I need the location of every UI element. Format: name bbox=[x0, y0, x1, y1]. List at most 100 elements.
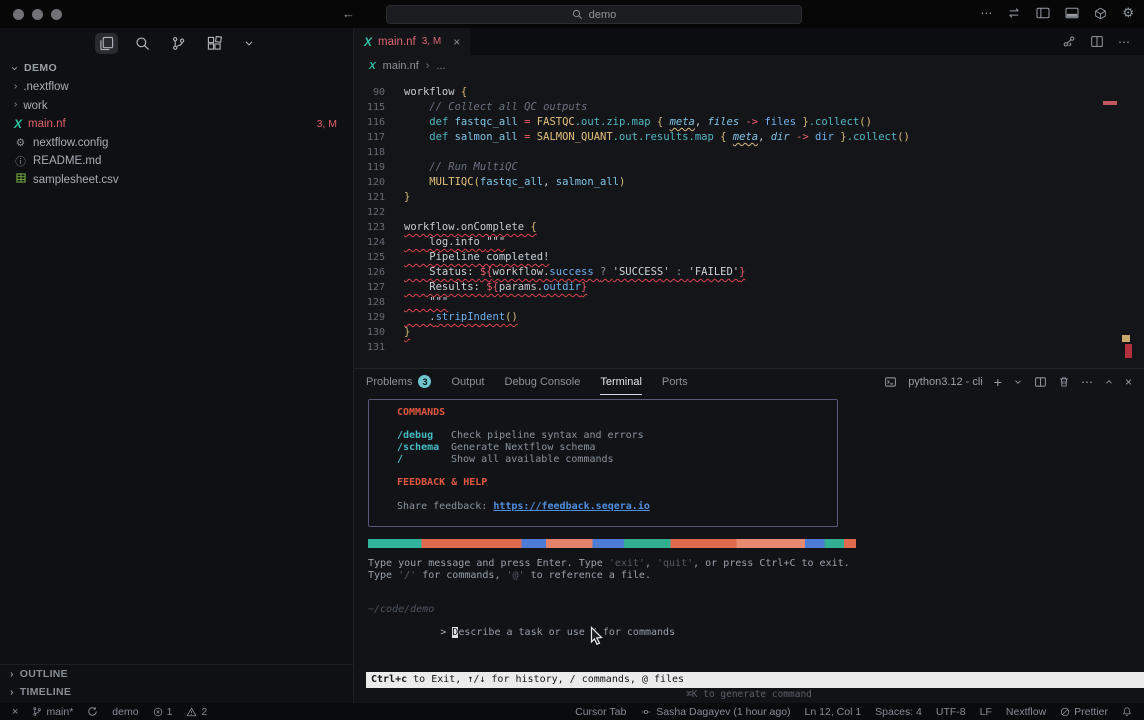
panel-tab-terminal[interactable]: Terminal bbox=[600, 369, 642, 395]
status-item-utf-8[interactable]: UTF-8 bbox=[936, 706, 966, 718]
file-row-README-md[interactable]: ⓘREADME.md bbox=[0, 152, 353, 171]
code-line[interactable]: 116 def fastqc_all = FASTQC.out.zip.map … bbox=[354, 115, 1144, 130]
close-panel-icon[interactable]: × bbox=[1125, 375, 1132, 389]
line-content: Results: ${params.outdir} bbox=[404, 280, 587, 295]
search-view-icon[interactable] bbox=[131, 33, 154, 54]
panel-tab-debug-console[interactable]: Debug Console bbox=[505, 369, 581, 395]
tab-main-nf[interactable]: X main.nf 3, M × bbox=[354, 28, 470, 55]
status-item-remote[interactable]: × bbox=[12, 706, 18, 718]
breadcrumb[interactable]: X main.nf › ... bbox=[354, 55, 1144, 77]
line-number: 122 bbox=[354, 205, 385, 220]
breadcrumb-more[interactable]: ... bbox=[436, 60, 445, 72]
keybinding-help-bar: Ctrl+c to Exit, ↑/↓ for history, / comma… bbox=[366, 672, 1144, 688]
outline-section[interactable]: › OUTLINE bbox=[0, 665, 353, 683]
terminal-profile-label[interactable]: python3.12 - cli bbox=[908, 376, 983, 388]
explorer-section-header[interactable]: DEMO bbox=[0, 58, 353, 78]
status-item-sync[interactable] bbox=[87, 706, 98, 717]
toggle-panel-icon[interactable] bbox=[1065, 7, 1079, 19]
code-line[interactable]: 122 bbox=[354, 205, 1144, 220]
code-line[interactable]: 129 .stripIndent() bbox=[354, 310, 1144, 325]
code-line[interactable]: 126 Status: ${workflow.success ? 'SUCCES… bbox=[354, 265, 1144, 280]
breadcrumb-file[interactable]: main.nf bbox=[383, 60, 419, 72]
code-line[interactable]: 117 def salmon_all = SALMON_QUANT.out.re… bbox=[354, 130, 1144, 145]
code-line[interactable]: 115 // Collect all QC outputs bbox=[354, 100, 1144, 115]
split-editor-icon[interactable] bbox=[1090, 35, 1104, 48]
status-item-main[interactable]: main* bbox=[32, 706, 73, 718]
chevron-down-icon[interactable] bbox=[239, 34, 259, 52]
status-item-demo[interactable]: demo bbox=[112, 706, 138, 718]
vscode-window: ← demo ⋯ ⚙ bbox=[0, 0, 1144, 720]
terminal-content[interactable]: COMMANDS /debugCheck pipeline syntax and… bbox=[354, 395, 1144, 703]
status-item-ln-12-col-1[interactable]: Ln 12, Col 1 bbox=[805, 706, 862, 718]
panel-header: Problems3 Output Debug Console Terminal Port… bbox=[354, 369, 1144, 395]
timeline-section[interactable]: › TIMELINE bbox=[0, 683, 353, 701]
status-item-1[interactable]: 1 bbox=[153, 706, 173, 718]
code-line[interactable]: 130} bbox=[354, 325, 1144, 340]
status-item-bell[interactable] bbox=[1122, 706, 1132, 717]
back-icon[interactable]: ← bbox=[342, 6, 355, 21]
code-line[interactable]: 121} bbox=[354, 190, 1144, 205]
code-line[interactable]: 120 MULTIQC(fastqc_all, salmon_all) bbox=[354, 175, 1144, 190]
line-content: // Collect all QC outputs bbox=[404, 100, 587, 115]
more-icon[interactable]: ⋯ bbox=[980, 6, 992, 20]
new-terminal-button[interactable]: + bbox=[994, 374, 1002, 390]
code-area[interactable]: 90workflow {115 // Collect all QC output… bbox=[354, 77, 1144, 355]
file-row-work[interactable]: ›work bbox=[0, 97, 353, 116]
code-line[interactable]: 131 bbox=[354, 340, 1144, 355]
kill-terminal-trash-icon[interactable] bbox=[1058, 376, 1070, 388]
status-label: main* bbox=[46, 706, 73, 718]
split-terminal-icon[interactable] bbox=[1034, 376, 1047, 388]
command-center-search[interactable]: demo bbox=[386, 5, 802, 24]
terminal-dropdown-icon[interactable] bbox=[1013, 377, 1023, 387]
keybinding-help-text: to Exit, ↑/↓ for history, / commands, @ … bbox=[407, 674, 684, 685]
agent-prompt-input[interactable]: > Describe a task or use / for commands bbox=[368, 616, 675, 649]
titlebar: ← demo ⋯ ⚙ bbox=[0, 0, 1144, 29]
swap-arrows-icon[interactable] bbox=[1007, 7, 1021, 19]
panel-tab-ports[interactable]: Ports bbox=[662, 369, 688, 395]
editor-actions: ⋯ bbox=[1062, 28, 1144, 55]
panel-tab-output[interactable]: Output bbox=[451, 369, 484, 395]
source-control-icon[interactable] bbox=[167, 33, 190, 54]
maximize-panel-icon[interactable] bbox=[1104, 377, 1114, 387]
status-item-spaces-4[interactable]: Spaces: 4 bbox=[875, 706, 922, 718]
nextflow-file-icon: X bbox=[14, 117, 22, 131]
status-item-prettier[interactable]: Prettier bbox=[1060, 706, 1108, 718]
maximize-window-button[interactable] bbox=[51, 9, 62, 20]
feedback-link[interactable]: https://feedback.seqera.io bbox=[493, 501, 650, 512]
code-line[interactable]: 127 Results: ${params.outdir} bbox=[354, 280, 1144, 295]
line-number: 120 bbox=[354, 175, 385, 190]
code-line[interactable]: 90workflow { bbox=[354, 85, 1144, 100]
status-item-nextflow[interactable]: Nextflow bbox=[1006, 706, 1046, 718]
chevron-right-icon: › bbox=[10, 686, 14, 698]
open-changes-icon[interactable] bbox=[1062, 35, 1076, 48]
more-actions-icon[interactable]: ⋯ bbox=[1118, 35, 1130, 49]
extensions-icon[interactable] bbox=[203, 33, 226, 54]
close-window-button[interactable] bbox=[13, 9, 24, 20]
breadcrumb-separator: › bbox=[426, 60, 430, 72]
line-content: def salmon_all = SALMON_QUANT.out.result… bbox=[404, 130, 910, 145]
code-line[interactable]: 118 bbox=[354, 145, 1144, 160]
code-line[interactable]: 124 log.info """ bbox=[354, 235, 1144, 250]
status-item-sasha-dagayev-1-hour-ago[interactable]: Sasha Dagayev (1 hour ago) bbox=[640, 706, 790, 718]
code-line[interactable]: 128 """ bbox=[354, 295, 1144, 310]
file-row-nextflow-config[interactable]: ⚙nextflow.config bbox=[0, 134, 353, 153]
code-line[interactable]: 123workflow.onComplete { bbox=[354, 220, 1144, 235]
status-item-2[interactable]: 2 bbox=[186, 706, 207, 718]
layout-cube-icon[interactable] bbox=[1094, 7, 1107, 20]
panel-tab-problems[interactable]: Problems3 bbox=[366, 369, 431, 395]
file-row-main-nf[interactable]: Xmain.nf3, M bbox=[0, 115, 353, 134]
file-row-samplesheet-csv[interactable]: samplesheet.csv bbox=[0, 171, 353, 190]
status-item-lf[interactable]: LF bbox=[980, 706, 992, 718]
file-row--nextflow[interactable]: ›.nextflow bbox=[0, 78, 353, 97]
code-line[interactable]: 119 // Run MultiQC bbox=[354, 160, 1144, 175]
line-number: 127 bbox=[354, 280, 385, 295]
settings-gear-icon[interactable]: ⚙ bbox=[1122, 5, 1134, 21]
code-line[interactable]: 125 Pipeline completed! bbox=[354, 250, 1144, 265]
minimize-window-button[interactable] bbox=[32, 9, 43, 20]
tab-close-icon[interactable]: × bbox=[453, 35, 460, 49]
toggle-sidebar-icon[interactable] bbox=[1036, 7, 1050, 19]
panel-more-icon[interactable]: ⋯ bbox=[1081, 375, 1093, 389]
explorer-icon[interactable] bbox=[95, 33, 118, 54]
status-item-cursor-tab[interactable]: Cursor Tab bbox=[575, 706, 626, 718]
line-number: 129 bbox=[354, 310, 385, 325]
